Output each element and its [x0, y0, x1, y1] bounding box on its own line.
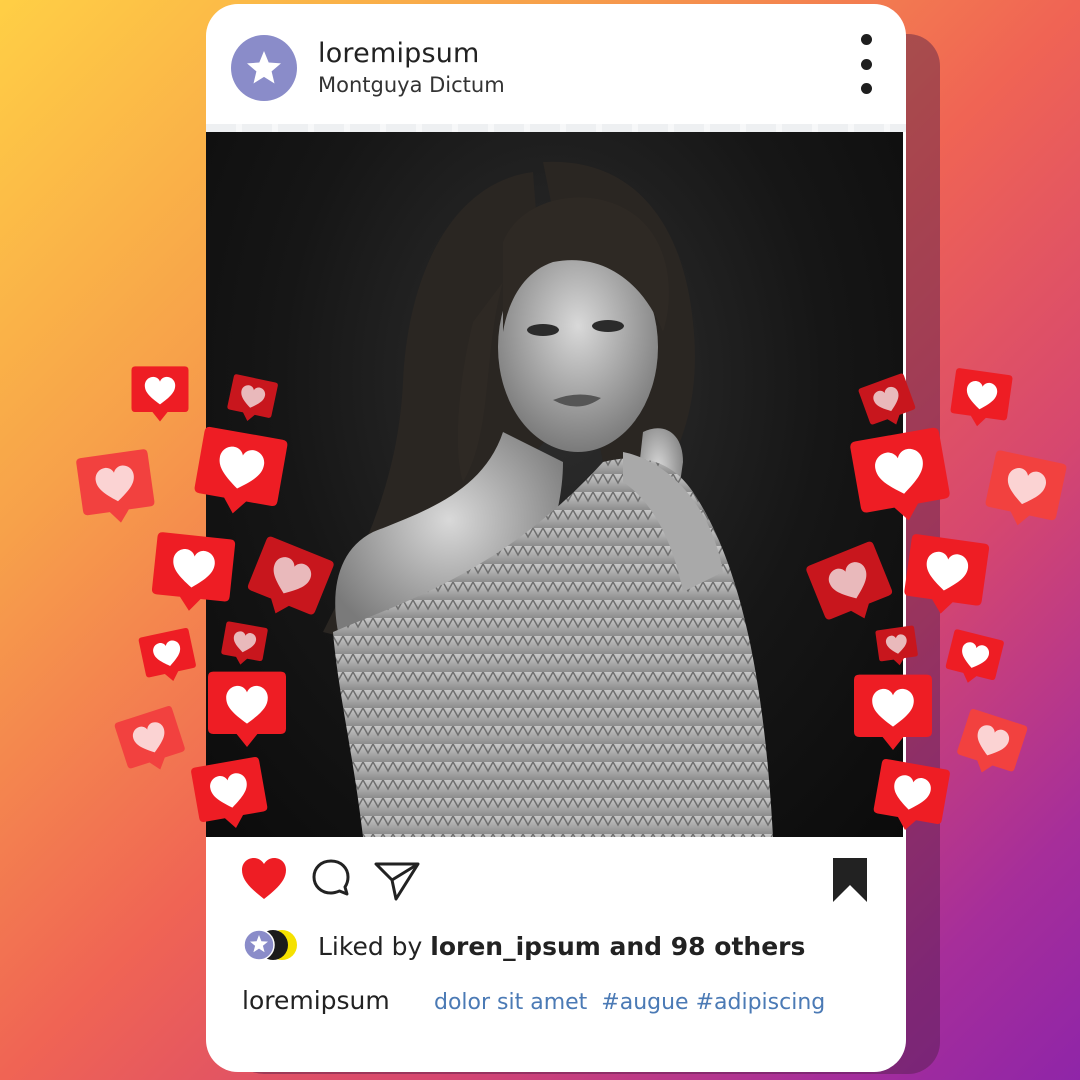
paper-plane-icon: [374, 862, 420, 901]
more-vertical-icon: [860, 34, 872, 45]
comment-button[interactable]: [310, 857, 352, 901]
heart-speech-bubble-icon: [943, 628, 1005, 689]
post-caption: loremipsum dolor sit amet #augue #adipis…: [242, 986, 892, 1026]
post-card: loremipsum Montguya Dictum Liked by lore…: [206, 4, 906, 1072]
liked-by-text: Liked by loren_ipsum and 98 others: [318, 932, 805, 961]
heart-icon: [242, 858, 286, 899]
heart-speech-bubble-icon: [982, 449, 1068, 533]
heart-speech-bubble-icon: [953, 708, 1029, 782]
star-icon: [247, 51, 281, 84]
heart-speech-bubble-icon: [138, 627, 199, 687]
heart-speech-bubble-icon: [948, 367, 1013, 431]
liked-by-names[interactable]: loren_ipsum and 98 others: [430, 932, 805, 961]
heart-speech-bubble-icon: [75, 448, 157, 528]
post-header: loremipsum Montguya Dictum: [206, 4, 906, 124]
caption-text: dolor sit amet #augue #adipiscing: [434, 990, 826, 1015]
caption-username[interactable]: loremipsum: [242, 986, 390, 1015]
post-location[interactable]: Montguya Dictum: [318, 73, 505, 97]
profile-avatar[interactable]: [231, 35, 297, 101]
comment-bubble-icon: [312, 859, 350, 896]
heart-speech-bubble-icon: [113, 705, 189, 779]
post-username[interactable]: loremipsum: [318, 38, 480, 69]
post-photo[interactable]: [206, 132, 903, 837]
like-button[interactable]: [240, 857, 288, 901]
portrait-image: [323, 161, 773, 837]
liked-by-row: Liked by loren_ipsum and 98 others: [242, 924, 882, 974]
more-options-button[interactable]: [854, 34, 878, 94]
save-button[interactable]: [830, 855, 870, 905]
share-button[interactable]: [372, 857, 422, 903]
post-actions: [206, 849, 906, 919]
heart-speech-bubble-icon: [131, 366, 189, 422]
header-divider: [206, 124, 906, 132]
bookmark-icon: [833, 858, 867, 902]
liker-avatars[interactable]: [242, 928, 300, 962]
liked-by-prefix: Liked by: [318, 932, 431, 961]
